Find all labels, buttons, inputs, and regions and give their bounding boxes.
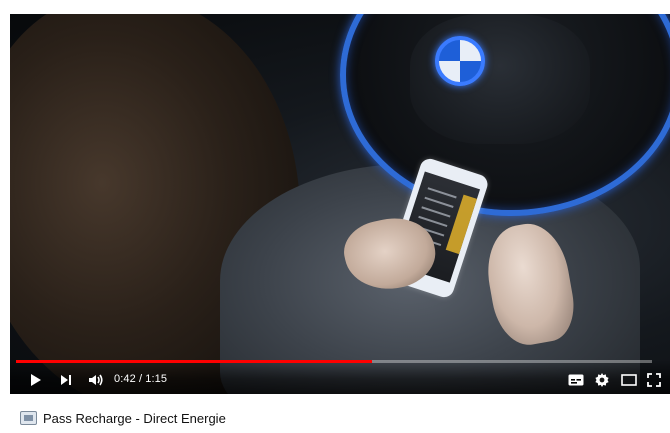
video-player[interactable]: 0:42 / 1:15 xyxy=(10,14,670,394)
progress-played xyxy=(16,360,373,363)
video-title-row: Pass Recharge - Direct Energie xyxy=(10,406,650,430)
duration: 1:15 xyxy=(145,373,168,385)
time-separator: / xyxy=(135,373,146,385)
theater-mode-button[interactable] xyxy=(618,370,640,390)
progress-bar[interactable] xyxy=(16,360,652,363)
video-file-icon xyxy=(20,411,37,425)
play-icon xyxy=(28,373,42,387)
phone-line xyxy=(418,215,448,227)
subtitles-button[interactable] xyxy=(566,370,586,390)
phone-line xyxy=(424,196,454,208)
play-button[interactable] xyxy=(24,370,46,390)
volume-button[interactable] xyxy=(84,370,108,390)
phone-line xyxy=(421,206,451,218)
fullscreen-icon xyxy=(647,373,661,387)
car-logo xyxy=(435,36,485,86)
fullscreen-button[interactable] xyxy=(644,370,664,390)
phone-line xyxy=(427,187,457,199)
time-display: 0:42 / 1:15 xyxy=(114,372,167,386)
steering-hub xyxy=(410,14,590,144)
theater-mode-icon xyxy=(621,374,637,386)
settings-button[interactable] xyxy=(592,370,612,390)
video-title[interactable]: Pass Recharge - Direct Energie xyxy=(43,411,226,426)
video-frame: 0:42 / 1:15 xyxy=(10,14,670,400)
player-controls: 0:42 / 1:15 xyxy=(10,360,670,394)
volume-icon xyxy=(87,372,105,388)
next-icon xyxy=(59,373,73,387)
subtitles-icon xyxy=(568,374,584,386)
gear-icon xyxy=(594,372,610,388)
next-button[interactable] xyxy=(56,370,76,390)
current-time: 0:42 xyxy=(114,373,136,385)
